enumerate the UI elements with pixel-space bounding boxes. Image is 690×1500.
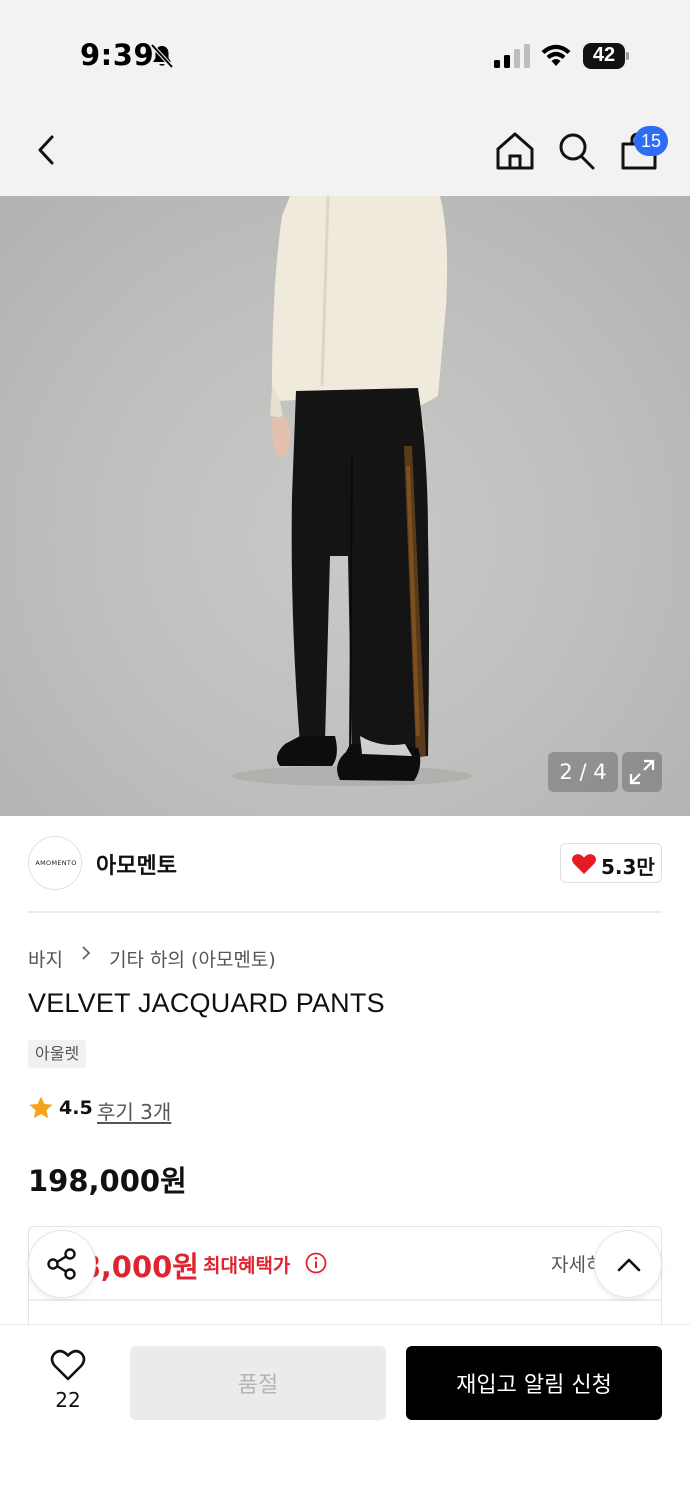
battery-icon: 42 [583,43,629,69]
restock-alert-button[interactable]: 재입고 알림 신청 [406,1346,662,1420]
review-link[interactable]: 후기 3개 [97,1096,171,1125]
expand-icon [629,759,655,785]
outlet-tag: 아울렛 [28,1040,87,1068]
product-title: VELVET JACQUARD PANTS [28,988,385,1018]
divider [28,911,662,913]
brand-logo[interactable]: AMOMENTO [28,836,82,890]
share-button[interactable] [28,1230,96,1298]
breadcrumb-category[interactable]: 바지 [28,945,63,972]
heart-icon [572,854,596,874]
status-bar: 9:39 42 [0,0,690,100]
wifi-icon [541,44,571,66]
product-price: 198,000원 [28,1164,187,1198]
wish-count: 22 [55,1388,81,1412]
chevron-up-icon [617,1258,641,1272]
status-time: 9:39 [80,38,155,72]
cart-count-badge: 15 [634,126,668,156]
brand-like-button[interactable]: 5.3만 [560,843,662,883]
scroll-to-top-button[interactable] [594,1230,662,1298]
signal-icon [494,44,530,68]
chevron-right-icon [82,946,91,960]
benefit-detail-link[interactable]: 자세히 [551,1250,595,1277]
share-icon [47,1248,76,1280]
back-arrow-icon[interactable] [30,130,66,170]
benefit-label: 최대혜택가 [203,1255,291,1277]
product-photo-illustration [232,196,472,786]
benefit-price: 198,000원 [87,1250,199,1284]
home-icon[interactable] [494,130,536,172]
info-icon[interactable] [305,1252,327,1274]
bell-slash-icon [150,43,174,69]
breadcrumb: 바지 기타 하의 (아모멘토) [28,942,276,972]
brand-like-count: 5.3만 [601,855,655,879]
expand-image-button[interactable] [622,752,662,792]
divider [29,1299,661,1301]
breadcrumb-subcategory[interactable]: 기타 하의 (아모멘토) [109,945,276,972]
search-icon[interactable] [556,130,596,172]
star-icon [29,1096,53,1119]
heart-outline-icon[interactable] [50,1348,86,1382]
image-counter: 2 / 4 [548,752,618,792]
top-nav-bar [0,100,690,196]
rating-value: 4.5 [59,1097,93,1119]
brand-name[interactable]: 아모멘토 [96,848,177,880]
brand-logo-text: AMOMENTO [35,859,77,867]
battery-level: 42 [592,44,616,66]
soldout-button[interactable]: 품절 [130,1346,386,1420]
product-image[interactable] [0,196,690,816]
